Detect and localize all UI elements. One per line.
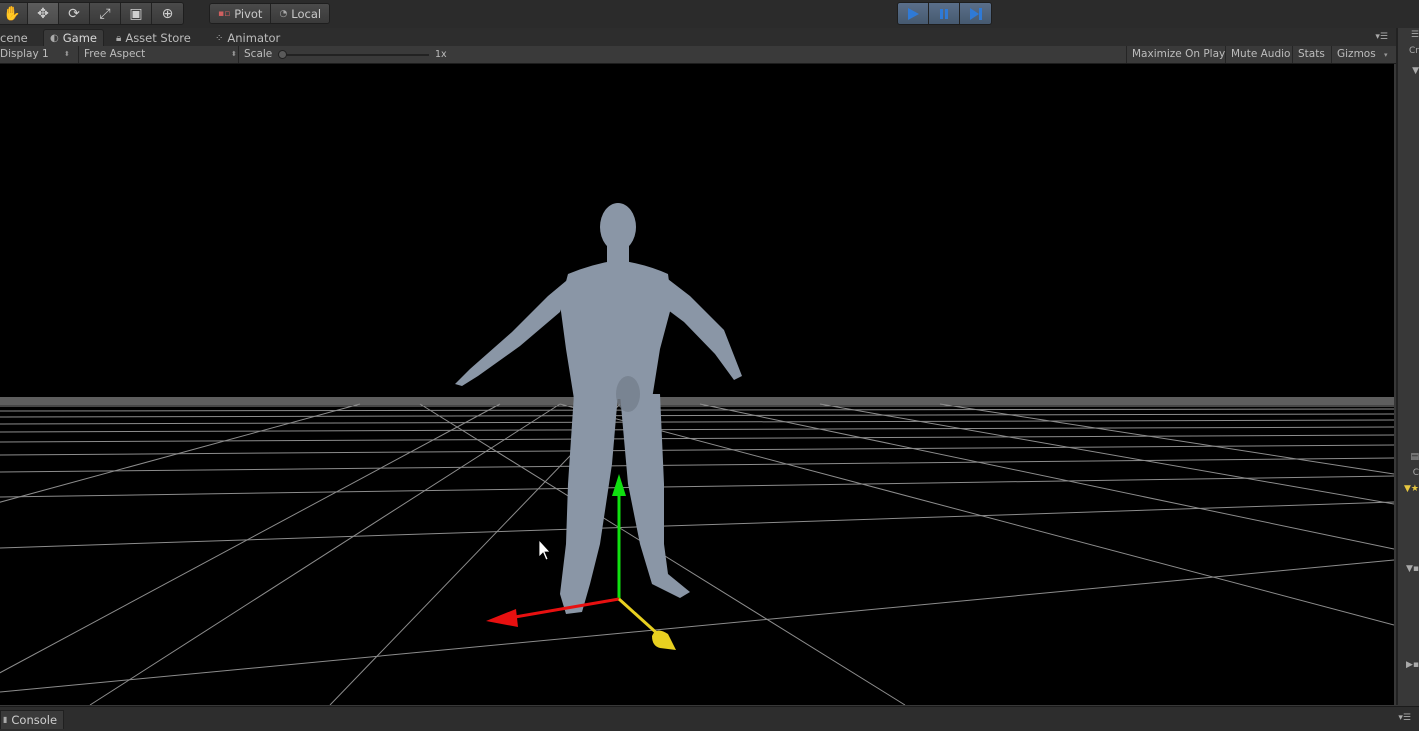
display-label: Display 1 xyxy=(0,48,49,60)
aspect-label: Free Aspect xyxy=(84,48,146,60)
play-button[interactable] xyxy=(898,3,929,24)
local-button[interactable]: ◔ Local xyxy=(271,4,330,23)
console-icon: ▮ xyxy=(3,715,8,724)
scale-slider-handle[interactable] xyxy=(278,50,287,59)
right-panel-letters-2: C xyxy=(1412,468,1419,478)
display-arrows-icon: ⬍ xyxy=(64,50,70,58)
console-tab-label: Console xyxy=(11,713,58,727)
folder-collapsed-icon[interactable]: ▶▪ xyxy=(1398,660,1419,670)
transform-tool-group: ✋ ✥ ⟳ ⤢ ▣ ⊕ xyxy=(0,2,184,25)
tab-scene[interactable]: cene xyxy=(0,30,28,46)
move-tool-button[interactable]: ✥ xyxy=(28,3,59,24)
gizmos-dropdown[interactable]: Gizmos ▾ xyxy=(1331,46,1388,63)
tab-animator[interactable]: ⁘ Animator xyxy=(215,30,280,46)
gizmos-dropdown-icon: ▾ xyxy=(1384,51,1388,59)
transform-tool-icon: ⊕ xyxy=(161,5,174,22)
aspect-dropdown[interactable]: Free Aspect ⬍ xyxy=(78,46,242,63)
move-icon: ✥ xyxy=(37,5,49,22)
animator-icon: ⁘ xyxy=(215,32,224,44)
scale-icon: ⤢ xyxy=(99,5,111,22)
gizmo-x-arrowhead[interactable] xyxy=(486,609,518,627)
tab-asset-store[interactable]: 🔒︎ Asset Store xyxy=(116,30,191,46)
local-icon: ◔ xyxy=(279,8,288,19)
step-icon xyxy=(969,7,982,20)
pause-icon xyxy=(940,8,948,19)
pivot-icon: ▪▫ xyxy=(218,8,231,19)
scale-label: Scale xyxy=(238,46,272,63)
hand-icon: ✋ xyxy=(3,5,21,22)
rotate-tool-button[interactable]: ⟳ xyxy=(59,3,90,24)
playmode-controls xyxy=(897,2,992,25)
local-label: Local xyxy=(291,6,322,21)
maximize-on-play-label: Maximize On Play xyxy=(1132,48,1226,60)
ground-grid xyxy=(0,403,1394,705)
pivot-label: Pivot xyxy=(234,6,263,21)
tab-game-label: Game xyxy=(62,31,97,45)
console-panel-menu-icon[interactable]: ▾☰ xyxy=(1398,713,1411,723)
maximize-on-play-toggle[interactable]: Maximize On Play xyxy=(1126,46,1225,63)
display-dropdown[interactable]: Display 1 ⬍ xyxy=(0,46,72,63)
gizmo-y-arrowhead[interactable] xyxy=(612,474,626,496)
game-tab-icon: ◐ xyxy=(50,33,59,44)
tab-console[interactable]: ▮ Console xyxy=(0,710,65,729)
scale-slider-track[interactable] xyxy=(283,54,429,56)
mouse-cursor-icon xyxy=(538,538,551,561)
mute-audio-label: Mute Audio xyxy=(1231,48,1291,60)
gizmos-label: Gizmos xyxy=(1337,48,1376,60)
gizmo-z-axis[interactable] xyxy=(617,597,662,638)
right-panel-letters-1: Cr xyxy=(1409,46,1419,56)
right-side-panel: ☰ Cr ▼ ▤ C ▼★ ▼▪ ▶▪ xyxy=(1396,28,1419,705)
character-shading xyxy=(616,376,640,412)
game-view-bar: Display 1 ⬍ Free Aspect ⬍ Scale 1x Maxim… xyxy=(0,46,1396,64)
pause-button[interactable] xyxy=(929,3,960,24)
foldout-arrow-icon[interactable]: ▼ xyxy=(1398,66,1419,76)
folder-foldout-icon[interactable]: ▼▪ xyxy=(1398,564,1419,574)
console-bar: ▮ Console ▾☰ xyxy=(0,706,1419,731)
pivot-button[interactable]: ▪▫ Pivot xyxy=(210,4,272,23)
panel-menu-icon[interactable]: ▾☰ xyxy=(1375,32,1388,42)
main-toolbar: ✋ ✥ ⟳ ⤢ ▣ ⊕ ▪▫ Pivot ◔ Local xyxy=(0,0,1419,28)
scene-render xyxy=(0,203,1394,705)
hand-tool-button[interactable]: ✋ xyxy=(0,3,28,24)
play-icon xyxy=(908,7,919,20)
aspect-arrows-icon: ⬍ xyxy=(231,50,237,58)
character-model xyxy=(455,203,742,614)
game-viewport[interactable] xyxy=(0,64,1394,705)
rotate-icon: ⟳ xyxy=(68,5,80,22)
view-tab-strip: cene ◐ Game 🔒︎ Asset Store ⁘ Animator ▾☰ xyxy=(0,28,1396,47)
tab-scene-label: cene xyxy=(0,30,28,45)
stats-toggle[interactable]: Stats xyxy=(1292,46,1325,63)
stats-label: Stats xyxy=(1298,48,1325,60)
transform-tool-button[interactable]: ⊕ xyxy=(152,3,183,24)
tab-asset-store-label: Asset Store xyxy=(125,30,191,45)
mute-audio-toggle[interactable]: Mute Audio xyxy=(1225,46,1290,63)
favorites-star-icon[interactable]: ▼★ xyxy=(1398,484,1419,494)
panel-menu-right-icon[interactable]: ☰ xyxy=(1398,30,1419,40)
rect-tool-button[interactable]: ▣ xyxy=(121,3,152,24)
tab-game[interactable]: ◐ Game xyxy=(43,29,104,47)
asset-store-icon: 🔒︎ xyxy=(116,32,122,44)
right-panel-tab-icon[interactable]: ▤ xyxy=(1398,452,1419,462)
gizmo-z-arrowhead[interactable] xyxy=(652,630,676,650)
pivot-mode-group: ▪▫ Pivot ◔ Local xyxy=(209,3,331,24)
scale-value: 1x xyxy=(435,49,447,60)
step-button[interactable] xyxy=(960,3,991,24)
rect-tool-icon: ▣ xyxy=(129,5,143,22)
horizon-band xyxy=(0,397,1394,405)
scale-tool-button[interactable]: ⤢ xyxy=(90,3,121,24)
tab-animator-label: Animator xyxy=(227,30,281,45)
